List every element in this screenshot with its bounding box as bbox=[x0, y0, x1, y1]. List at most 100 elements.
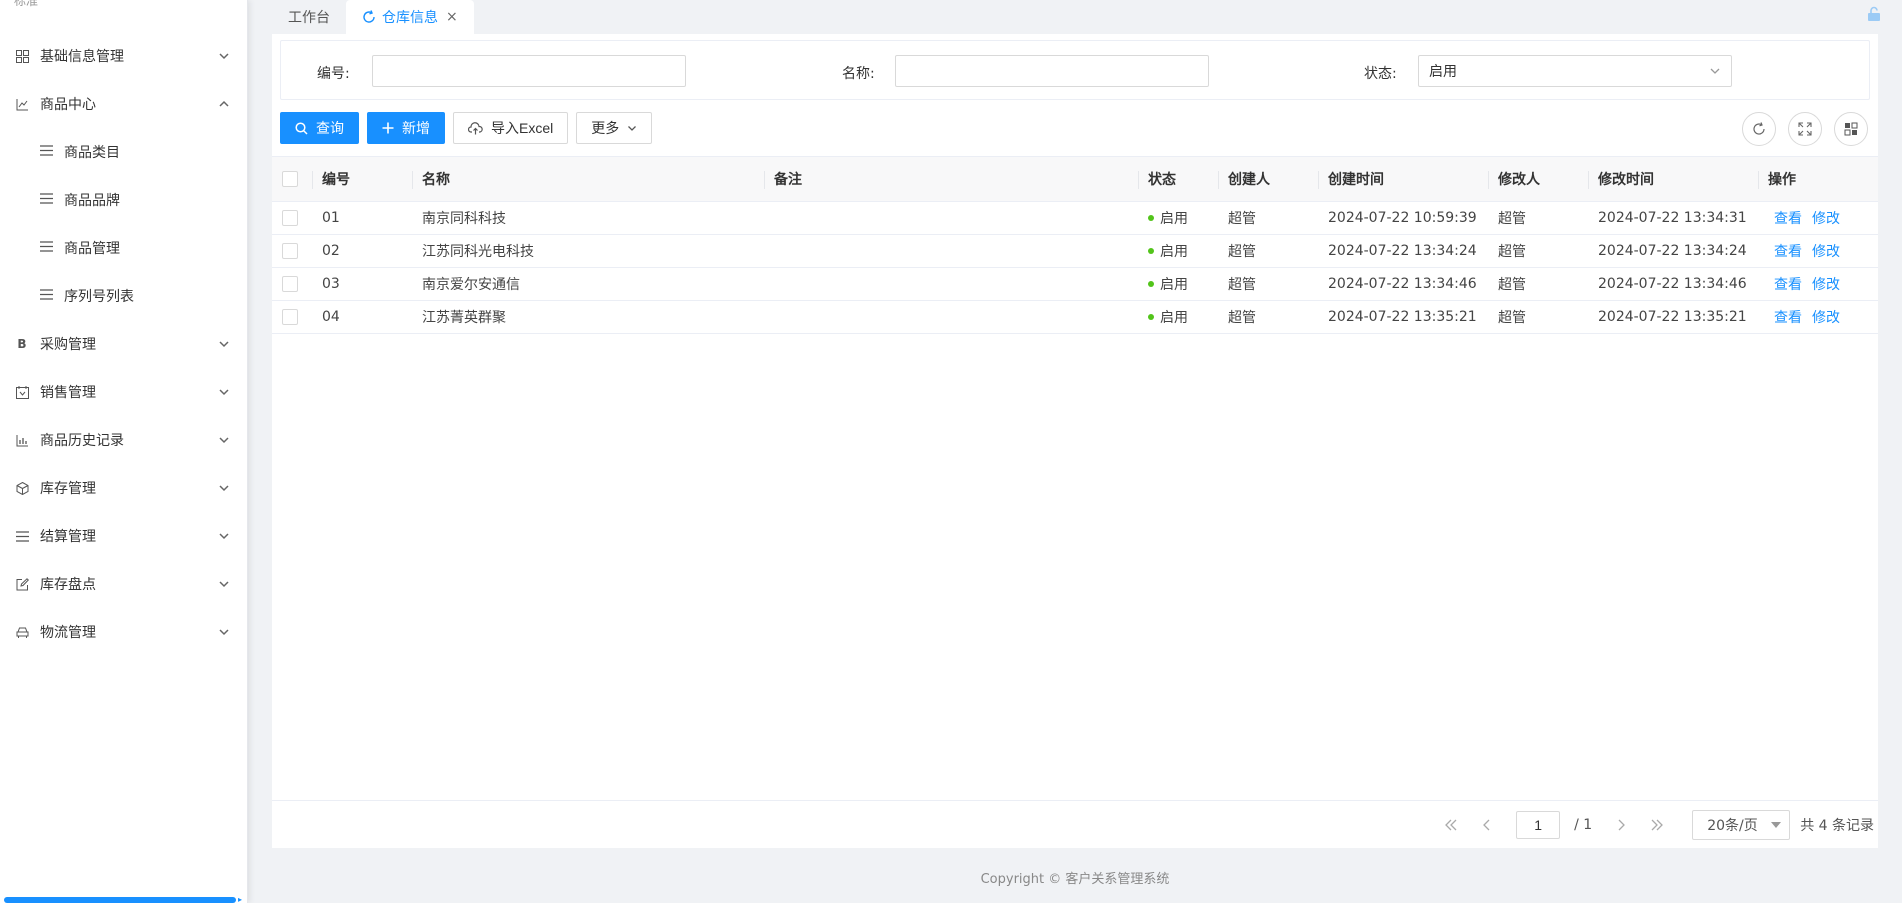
header-status[interactable]: 状态 bbox=[1138, 157, 1218, 201]
row-checkbox[interactable] bbox=[282, 309, 298, 325]
fullscreen-button[interactable] bbox=[1788, 112, 1822, 146]
add-button-label: 新增 bbox=[402, 120, 430, 136]
scroll-right-icon[interactable]: ▸ bbox=[238, 895, 246, 903]
toolbar: 查询 新增 导入Excel 更多 bbox=[280, 112, 653, 144]
page-number-input[interactable] bbox=[1516, 811, 1561, 839]
view-link[interactable]: 查看 bbox=[1774, 307, 1802, 327]
total-records: 共 4 条记录 bbox=[1800, 818, 1874, 834]
header-ops: 操作 bbox=[1758, 157, 1878, 201]
filter-form: 编号: 名称: 状态: 启用 bbox=[280, 40, 1870, 100]
sidebar-item-product-category[interactable]: 商品类目 bbox=[0, 128, 248, 176]
first-page-icon[interactable] bbox=[1436, 810, 1466, 840]
status-select[interactable]: 启用 bbox=[1418, 55, 1732, 87]
code-label: 编号: bbox=[317, 66, 350, 82]
row-checkbox[interactable] bbox=[282, 276, 298, 292]
list-icon bbox=[40, 288, 54, 304]
table-row[interactable]: 02 江苏同科光电科技 启用 超管 2024-07-22 13:34:24 超管… bbox=[272, 235, 1878, 268]
status-select-value: 启用 bbox=[1429, 64, 1457, 80]
sidebar-item-product-center[interactable]: 商品中心 bbox=[0, 80, 248, 128]
refresh-button[interactable] bbox=[1742, 112, 1776, 146]
cell-creator: 超管 bbox=[1228, 277, 1256, 293]
sidebar-item-product-management[interactable]: 商品管理 bbox=[0, 224, 248, 272]
fullscreen-icon bbox=[1798, 122, 1812, 136]
sidebar-item-purchase[interactable]: B 采购管理 bbox=[0, 320, 248, 368]
view-link[interactable]: 查看 bbox=[1774, 241, 1802, 261]
edit-link[interactable]: 修改 bbox=[1812, 274, 1840, 294]
header-name[interactable]: 名称 bbox=[412, 157, 764, 201]
unlock-icon[interactable] bbox=[1866, 6, 1882, 22]
plus-icon bbox=[382, 122, 394, 134]
cell-status: 启用 bbox=[1138, 202, 1218, 234]
last-page-icon[interactable] bbox=[1642, 810, 1672, 840]
header-create-time[interactable]: 创建时间 bbox=[1318, 157, 1488, 201]
sidebar-item-label: 结算管理 bbox=[40, 529, 96, 545]
next-page-icon[interactable] bbox=[1606, 810, 1636, 840]
page-size-select[interactable]: 20条/页 bbox=[1692, 810, 1791, 840]
header-creator[interactable]: 创建人 bbox=[1218, 157, 1318, 201]
sidebar-item-label: 商品管理 bbox=[64, 241, 120, 257]
view-link[interactable]: 查看 bbox=[1774, 208, 1802, 228]
search-button[interactable]: 查询 bbox=[280, 112, 359, 144]
edit-link[interactable]: 修改 bbox=[1812, 241, 1840, 261]
edit-link[interactable]: 修改 bbox=[1812, 208, 1840, 228]
status-dot-icon bbox=[1148, 215, 1154, 221]
chevron-down-icon bbox=[219, 629, 229, 636]
prev-page-icon[interactable] bbox=[1472, 810, 1502, 840]
row-checkbox-cell bbox=[272, 202, 312, 234]
table-row[interactable]: 01 南京同科科技 启用 超管 2024-07-22 10:59:39 超管 2… bbox=[272, 202, 1878, 235]
warehouse-table: 编号 名称 备注 状态 创建人 创建时间 修改人 修改时间 操作 01 南京同科… bbox=[272, 156, 1878, 334]
sidebar-item-stocktake[interactable]: 库存盘点 bbox=[0, 560, 248, 608]
header-remark[interactable]: 备注 bbox=[764, 157, 1138, 201]
sidebar-item-serial-list[interactable]: 序列号列表 bbox=[0, 272, 248, 320]
bold-b-icon: B bbox=[17, 337, 27, 351]
table-header: 编号 名称 备注 状态 创建人 创建时间 修改人 修改时间 操作 bbox=[272, 156, 1878, 202]
total-pages: / 1 bbox=[1574, 817, 1593, 833]
sidebar-item-basic-info[interactable]: 基础信息管理 bbox=[0, 32, 248, 80]
bar-chart-icon bbox=[14, 432, 30, 448]
cell-name: 江苏同科光电科技 bbox=[422, 244, 534, 260]
row-checkbox[interactable] bbox=[282, 243, 298, 259]
import-excel-button[interactable]: 导入Excel bbox=[453, 112, 569, 144]
cell-create-time: 2024-07-22 13:34:46 bbox=[1328, 276, 1477, 292]
table-row[interactable]: 03 南京爱尔安通信 启用 超管 2024-07-22 13:34:46 超管 … bbox=[272, 268, 1878, 301]
select-all-checkbox[interactable] bbox=[282, 171, 298, 187]
page-size-value: 20条/页 bbox=[1707, 818, 1758, 834]
column-settings-button[interactable] bbox=[1834, 112, 1868, 146]
tab-workbench[interactable]: 工作台 bbox=[272, 0, 346, 34]
tab-warehouse-info[interactable]: 仓库信息 × bbox=[346, 0, 474, 34]
more-button-label: 更多 bbox=[591, 120, 620, 136]
list-icon bbox=[40, 240, 54, 256]
cell-ops: 查看 修改 bbox=[1758, 268, 1878, 300]
row-checkbox[interactable] bbox=[282, 210, 298, 226]
edit-link[interactable]: 修改 bbox=[1812, 307, 1840, 327]
row-checkbox-cell bbox=[272, 301, 312, 333]
add-button[interactable]: 新增 bbox=[367, 112, 445, 144]
sidebar-scrollbar[interactable] bbox=[4, 897, 236, 903]
sidebar-item-label: 商品品牌 bbox=[64, 193, 120, 209]
sidebar-item-sales[interactable]: 销售管理 bbox=[0, 368, 248, 416]
grid-icon bbox=[14, 48, 30, 64]
cell-modify-time: 2024-07-22 13:34:24 bbox=[1598, 243, 1747, 259]
sidebar-item-product-history[interactable]: 商品历史记录 bbox=[0, 416, 248, 464]
sidebar-item-product-brand[interactable]: 商品品牌 bbox=[0, 176, 248, 224]
view-link[interactable]: 查看 bbox=[1774, 274, 1802, 294]
chevron-down-icon bbox=[1710, 68, 1720, 74]
header-modify-time[interactable]: 修改时间 bbox=[1588, 157, 1758, 201]
sidebar-item-logistics[interactable]: 物流管理 bbox=[0, 608, 248, 656]
cell-ops: 查看 修改 bbox=[1758, 202, 1878, 234]
sidebar: 标准 基础信息管理 商品中心 商品类目 商品品牌 商品管理 序列号列表 B 采购… bbox=[0, 0, 248, 903]
header-modifier[interactable]: 修改人 bbox=[1488, 157, 1588, 201]
cell-creator: 超管 bbox=[1228, 211, 1256, 227]
sidebar-item-inventory[interactable]: 库存管理 bbox=[0, 464, 248, 512]
code-input[interactable] bbox=[372, 55, 686, 87]
cell-name: 南京同科科技 bbox=[422, 211, 506, 227]
more-button[interactable]: 更多 bbox=[576, 112, 653, 144]
tab-bar: 工作台 仓库信息 × bbox=[272, 0, 474, 34]
header-code[interactable]: 编号 bbox=[312, 157, 412, 201]
close-icon[interactable]: × bbox=[446, 9, 458, 25]
cell-remark bbox=[764, 202, 1138, 234]
table-row[interactable]: 04 江苏菁英群聚 启用 超管 2024-07-22 13:35:21 超管 2… bbox=[272, 301, 1878, 334]
main-panel: 编号: 名称: 状态: 启用 查询 新增 导入Excel 更多 编号 名称 备注… bbox=[272, 34, 1878, 848]
sidebar-item-settlement[interactable]: 结算管理 bbox=[0, 512, 248, 560]
name-input[interactable] bbox=[895, 55, 1209, 87]
